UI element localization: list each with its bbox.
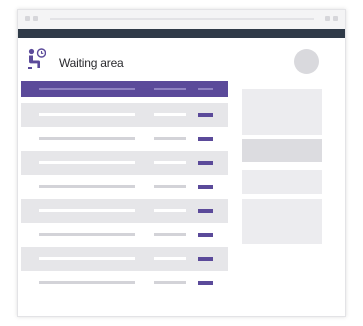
row-name-placeholder — [39, 185, 135, 188]
row-time-placeholder — [154, 209, 186, 212]
page-title: Waiting area — [59, 56, 124, 70]
table-row[interactable] — [21, 127, 228, 151]
row-name-placeholder — [39, 113, 135, 116]
table-row[interactable] — [21, 151, 228, 175]
row-time-placeholder — [154, 137, 186, 140]
table-row[interactable] — [21, 199, 228, 223]
side-panel-card[interactable] — [242, 199, 322, 244]
row-name-placeholder — [39, 209, 135, 212]
row-name-placeholder — [39, 233, 135, 236]
row-name-placeholder — [39, 161, 135, 164]
row-name-placeholder — [39, 257, 135, 260]
row-status-badge — [198, 233, 213, 237]
row-time-placeholder — [154, 257, 186, 260]
row-time-placeholder — [154, 161, 186, 164]
window-control-dot[interactable] — [333, 16, 338, 21]
row-time-placeholder — [154, 281, 186, 284]
address-bar-placeholder — [50, 18, 314, 20]
column-header-time[interactable] — [154, 88, 186, 90]
window-control-dot[interactable] — [25, 16, 30, 21]
row-status-badge — [198, 257, 213, 261]
row-status-badge — [198, 161, 213, 165]
avatar[interactable] — [294, 49, 319, 74]
column-header-name[interactable] — [39, 88, 135, 90]
table-row[interactable] — [21, 247, 228, 271]
side-panel-card[interactable] — [242, 170, 322, 194]
column-header-status[interactable] — [198, 88, 213, 90]
seated-person-clock-icon — [28, 48, 46, 69]
table-row[interactable] — [21, 223, 228, 247]
side-panel-card[interactable] — [242, 139, 322, 162]
row-status-badge — [198, 137, 213, 141]
table-header — [21, 81, 228, 97]
app-top-bar — [18, 29, 345, 38]
row-status-badge — [198, 209, 213, 213]
row-name-placeholder — [39, 281, 135, 284]
row-status-badge — [198, 185, 213, 189]
table-row[interactable] — [21, 103, 228, 127]
table-row[interactable] — [21, 271, 228, 295]
table-row[interactable] — [21, 175, 228, 199]
row-time-placeholder — [154, 185, 186, 188]
window-titlebar — [18, 10, 345, 29]
side-panel-card[interactable] — [242, 89, 322, 135]
row-time-placeholder — [154, 233, 186, 236]
row-status-badge — [198, 113, 213, 117]
row-time-placeholder — [154, 113, 186, 116]
row-status-badge — [198, 281, 213, 285]
waiting-list-table — [21, 81, 228, 295]
row-name-placeholder — [39, 137, 135, 140]
window-control-dot[interactable] — [325, 16, 330, 21]
window-control-dot[interactable] — [33, 16, 38, 21]
